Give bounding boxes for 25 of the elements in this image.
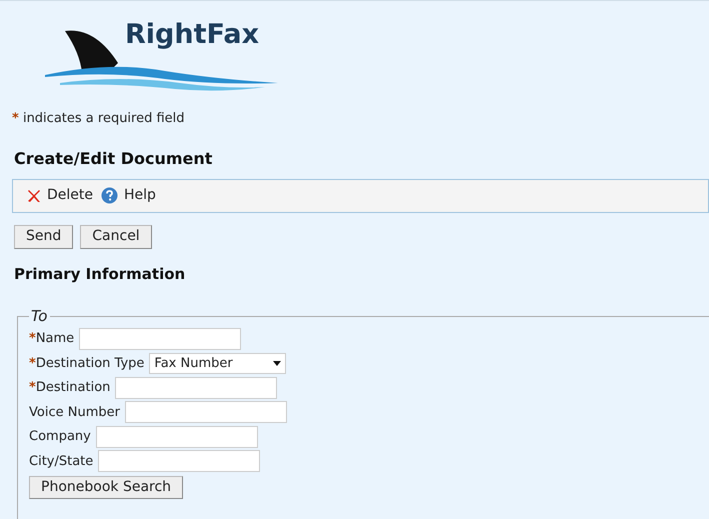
delete-button[interactable]: Delete (27, 185, 93, 206)
caret-icon (273, 360, 282, 366)
destination-type-dropdown[interactable]: Fax Number (149, 352, 286, 374)
cancel-button[interactable]: Cancel (80, 224, 152, 248)
help-button[interactable]: Help (101, 185, 156, 206)
page-title: Create/Edit Document (13, 148, 214, 170)
logo: RightFax (40, 13, 285, 93)
input-field[interactable] (124, 401, 287, 424)
input-field[interactable] (115, 376, 278, 399)
field-label: *Destination Type (29, 354, 144, 372)
section-title: Primary Information (13, 264, 186, 284)
send-button[interactable]: Send (14, 224, 74, 248)
delete-icon (27, 188, 41, 202)
input-field[interactable] (98, 450, 260, 472)
required-note: * indicates a required field (12, 111, 185, 126)
phonebook-search-button[interactable]: Phonebook Search (29, 476, 184, 498)
field-label: *Destination (29, 379, 110, 397)
input-field[interactable] (96, 426, 258, 448)
field-label: Company (29, 428, 91, 446)
field-label: Voice Number (29, 404, 120, 422)
field-label: City/State (29, 452, 94, 470)
fieldset-legend: To (29, 305, 50, 328)
help-icon (101, 187, 118, 204)
input-field[interactable] (79, 328, 242, 350)
field-label: *Name (29, 330, 74, 348)
